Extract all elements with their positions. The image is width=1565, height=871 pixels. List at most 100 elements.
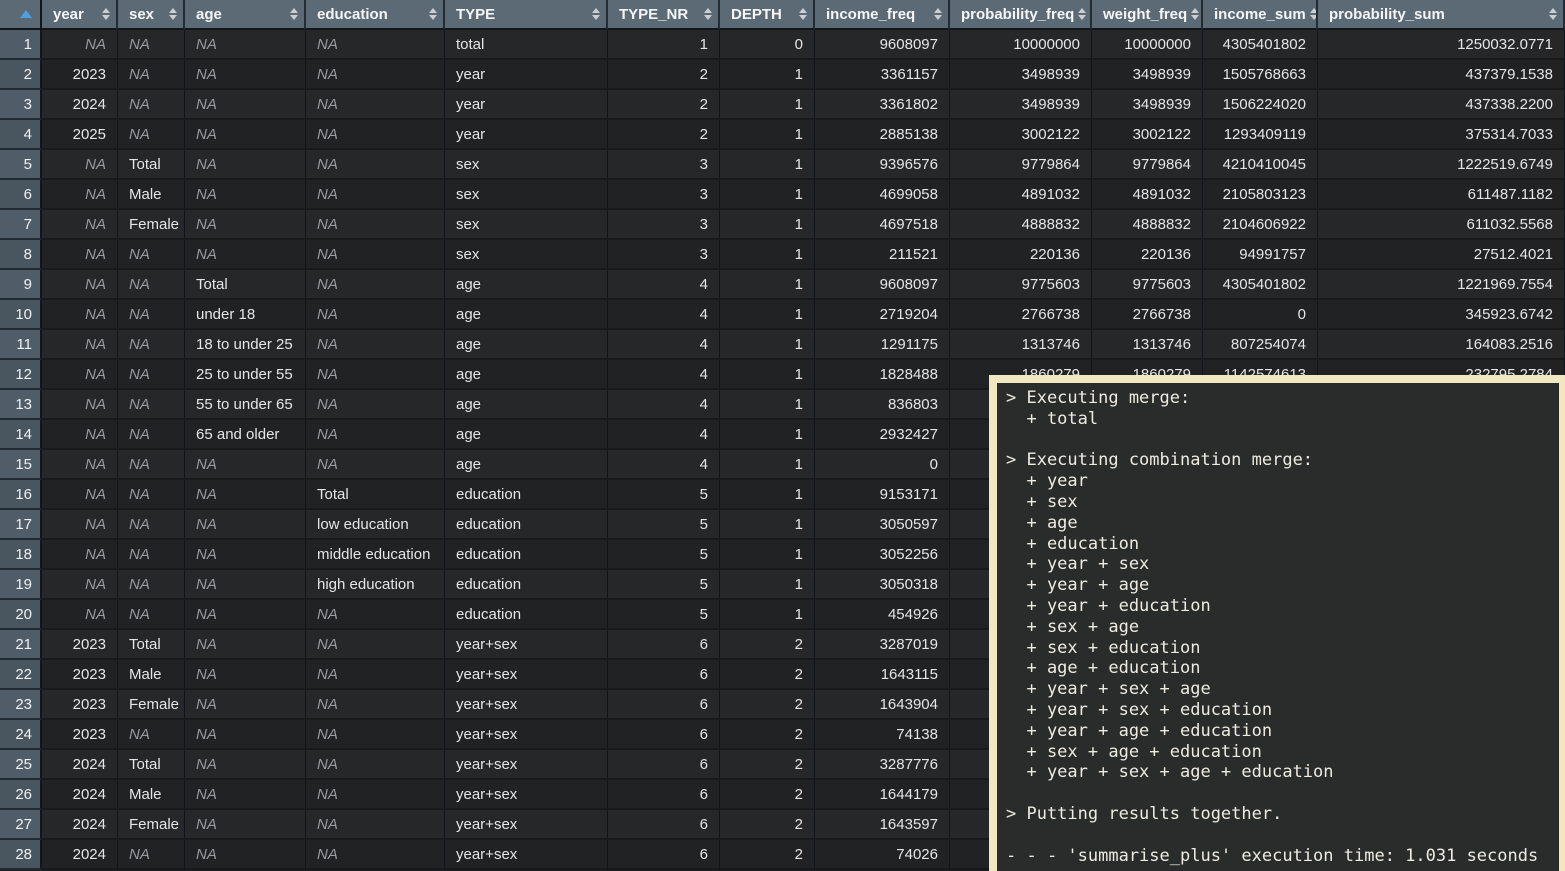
row-number-header[interactable] — [0, 0, 42, 30]
cell-year: 2023 — [42, 660, 118, 690]
cell-education: NA — [306, 840, 445, 870]
cell-age: 55 to under 65 — [185, 390, 306, 420]
cell-TYPE: sex — [445, 210, 608, 240]
column-header-probability_sum[interactable]: probability_sum — [1318, 0, 1565, 30]
cell-sex: NA — [118, 60, 185, 90]
row-number: 22 — [0, 660, 42, 690]
console-line: + age + education — [1006, 658, 1559, 679]
cell-income_freq: 4699058 — [815, 180, 950, 210]
cell-TYPE_NR: 3 — [608, 210, 720, 240]
column-header-income_sum[interactable]: income_sum — [1203, 0, 1318, 30]
cell-probability_sum: 437379.1538 — [1318, 60, 1565, 90]
cell-TYPE: year+sex — [445, 660, 608, 690]
cell-DEPTH: 1 — [720, 420, 815, 450]
cell-probability_freq: 3498939 — [950, 60, 1092, 90]
row-number: 3 — [0, 90, 42, 120]
cell-TYPE: education — [445, 600, 608, 630]
cell-income_sum: 4305401802 — [1203, 270, 1318, 300]
cell-TYPE_NR: 6 — [608, 750, 720, 780]
sort-icon — [1549, 8, 1557, 20]
cell-education: NA — [306, 120, 445, 150]
cell-income_freq: 74026 — [815, 840, 950, 870]
cell-DEPTH: 1 — [720, 300, 815, 330]
cell-TYPE_NR: 4 — [608, 270, 720, 300]
cell-weight_freq: 10000000 — [1092, 30, 1203, 60]
cell-year: 2023 — [42, 60, 118, 90]
sort-ascending-icon — [20, 10, 32, 18]
cell-weight_freq: 3498939 — [1092, 90, 1203, 120]
row-number: 6 — [0, 180, 42, 210]
cell-education: NA — [306, 210, 445, 240]
cell-income_freq: 3361802 — [815, 90, 950, 120]
cell-income_sum: 2104606922 — [1203, 210, 1318, 240]
column-header-income_freq[interactable]: income_freq — [815, 0, 950, 30]
cell-education: low education — [306, 510, 445, 540]
column-label: year — [53, 6, 84, 23]
cell-TYPE: year+sex — [445, 780, 608, 810]
cell-education: NA — [306, 240, 445, 270]
row-number: 23 — [0, 690, 42, 720]
cell-education: NA — [306, 60, 445, 90]
table-header-row: year sexage educationTYPETYPE_NR DEPTH incom… — [0, 0, 1565, 30]
cell-education: NA — [306, 750, 445, 780]
column-label: probability_freq — [961, 6, 1074, 23]
cell-TYPE_NR: 6 — [608, 660, 720, 690]
column-header-weight_freq[interactable]: weight_freq — [1092, 0, 1203, 30]
cell-TYPE_NR: 2 — [608, 60, 720, 90]
cell-year: NA — [42, 480, 118, 510]
column-header-probability_freq[interactable]: probability_freq — [950, 0, 1092, 30]
console-line: + sex + age + education — [1006, 742, 1559, 763]
table-row: 32024NANANAyear2133618023498939349893915… — [0, 90, 1565, 120]
column-label: DEPTH — [731, 6, 782, 23]
cell-sex: NA — [118, 30, 185, 60]
table-row: 11NANA18 to under 25NAage411291175131374… — [0, 330, 1565, 360]
column-header-sex[interactable]: sex — [118, 0, 185, 30]
cell-education: NA — [306, 390, 445, 420]
cell-DEPTH: 1 — [720, 390, 815, 420]
cell-probability_sum: 1222519.6749 — [1318, 150, 1565, 180]
cell-year: 2023 — [42, 690, 118, 720]
cell-TYPE: year+sex — [445, 750, 608, 780]
cell-sex: Male — [118, 660, 185, 690]
cell-income_freq: 3287019 — [815, 630, 950, 660]
column-header-DEPTH[interactable]: DEPTH — [720, 0, 815, 30]
cell-education: NA — [306, 660, 445, 690]
cell-income_freq: 9153171 — [815, 480, 950, 510]
cell-education: middle education — [306, 540, 445, 570]
cell-education: NA — [306, 330, 445, 360]
column-header-TYPE_NR[interactable]: TYPE_NR — [608, 0, 720, 30]
cell-sex: NA — [118, 270, 185, 300]
cell-year: NA — [42, 450, 118, 480]
cell-income_freq: 9396576 — [815, 150, 950, 180]
cell-year: 2024 — [42, 840, 118, 870]
cell-TYPE: year — [445, 90, 608, 120]
console-line — [1006, 783, 1559, 804]
table-row: 10NANAunder 18NAage412719204276673827667… — [0, 300, 1565, 330]
row-number: 17 — [0, 510, 42, 540]
cell-TYPE_NR: 4 — [608, 390, 720, 420]
cell-age: NA — [185, 690, 306, 720]
cell-year: 2023 — [42, 630, 118, 660]
console-line: - - - 'summarise_plus' execution time: 1… — [1006, 846, 1559, 867]
cell-probability_freq: 4891032 — [950, 180, 1092, 210]
row-number: 25 — [0, 750, 42, 780]
column-header-education[interactable]: education — [306, 0, 445, 30]
column-header-TYPE[interactable]: TYPE — [445, 0, 608, 30]
console-line: > Putting results together. — [1006, 804, 1559, 825]
cell-TYPE_NR: 5 — [608, 570, 720, 600]
cell-TYPE_NR: 3 — [608, 180, 720, 210]
cell-age: NA — [185, 240, 306, 270]
cell-year: 2023 — [42, 720, 118, 750]
row-number: 16 — [0, 480, 42, 510]
column-header-year[interactable]: year — [42, 0, 118, 30]
cell-age: NA — [185, 150, 306, 180]
cell-education: NA — [306, 30, 445, 60]
cell-DEPTH: 1 — [720, 570, 815, 600]
cell-education: NA — [306, 720, 445, 750]
console-line: + year + education — [1006, 596, 1559, 617]
column-label: age — [196, 6, 222, 23]
row-number: 26 — [0, 780, 42, 810]
cell-age: NA — [185, 750, 306, 780]
cell-age: under 18 — [185, 300, 306, 330]
column-header-age[interactable]: age — [185, 0, 306, 30]
